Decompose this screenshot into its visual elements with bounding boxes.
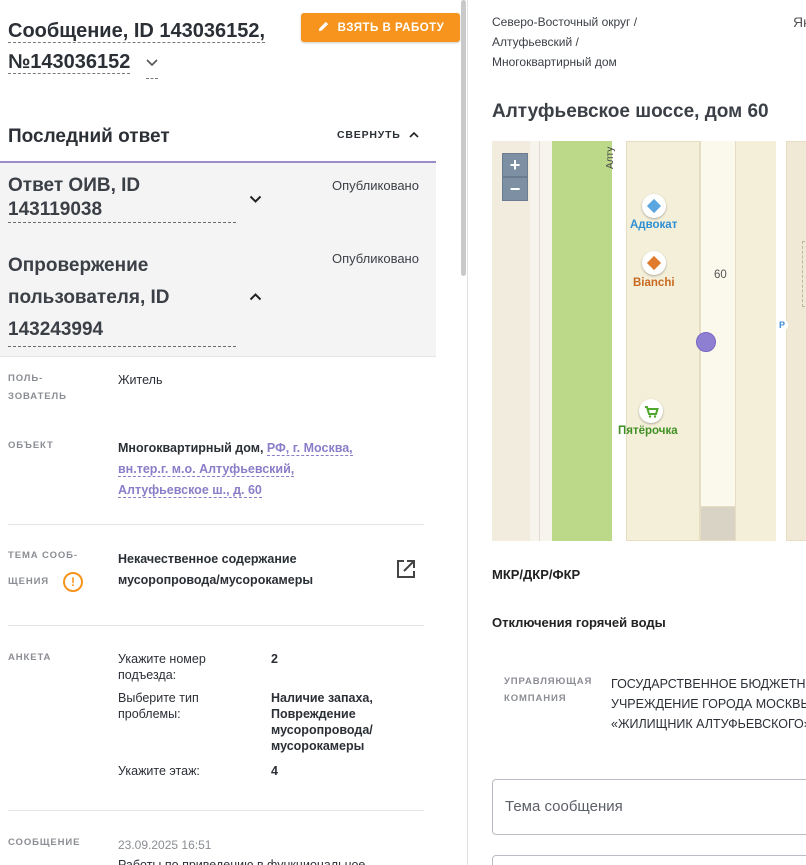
message-text: Работы по приведению в функциональное bbox=[118, 858, 366, 865]
survey-question: Укажите этаж: bbox=[118, 764, 200, 778]
chevron-up-icon bbox=[409, 130, 419, 141]
accordion-refutation-title[interactable]: Опровержение пользователя, ID 143243994 bbox=[8, 250, 236, 347]
user-label-line1: ПОЛЬ- bbox=[8, 373, 44, 384]
map-road bbox=[530, 141, 552, 541]
management-value-line2: УЧРЕЖДЕНИЕ ГОРОДА МОСКВЫ bbox=[611, 697, 806, 711]
chevron-up-icon[interactable] bbox=[249, 288, 262, 304]
next-input[interactable] bbox=[492, 855, 806, 865]
message-date: 23.09.2025 16:51 bbox=[118, 838, 212, 852]
scrollbar[interactable] bbox=[461, 0, 466, 276]
object-label: ОБЪЕКТ bbox=[8, 440, 54, 451]
map-park bbox=[552, 141, 612, 541]
divider bbox=[8, 524, 424, 525]
management-value-line1: ГОСУДАРСТВЕННОЕ БЮДЖЕТНОЕ bbox=[611, 677, 806, 691]
user-value: Житель bbox=[118, 373, 163, 387]
object-type: Многоквартирный дом, bbox=[118, 441, 264, 455]
header-text-truncated: Як bbox=[793, 14, 806, 30]
map-block bbox=[802, 241, 806, 307]
management-company-value: ГОСУДАРСТВЕННОЕ БЮДЖЕТНОЕ УЧРЕЖДЕНИЕ ГОР… bbox=[611, 674, 806, 734]
survey-answer: 4 bbox=[271, 764, 278, 778]
management-company-label: УПРАВЛЯЮЩАЯ КОМПАНИЯ bbox=[504, 673, 592, 707]
object-value: Многоквартирный дом, РФ, г. Москва, вн.т… bbox=[118, 438, 418, 501]
lawyer-poi-icon[interactable] bbox=[642, 194, 666, 218]
survey-answer: Наличие запаха, Повреждение мусоропровод… bbox=[271, 691, 373, 753]
parking-icon[interactable]: P bbox=[776, 319, 788, 331]
pencil-icon bbox=[317, 20, 330, 36]
map-road-line bbox=[539, 141, 540, 541]
topic-value-line1: Некачественное содержание bbox=[118, 552, 297, 566]
program-label: МКР/ДКР/ФКР bbox=[492, 567, 581, 582]
map-road bbox=[612, 141, 626, 541]
collapse-button[interactable]: СВЕРНУТЬ bbox=[337, 129, 419, 141]
object-location-marker[interactable] bbox=[696, 332, 716, 352]
topic-input[interactable]: Тема сообщения bbox=[492, 779, 806, 835]
management-label-line2: КОМПАНИЯ bbox=[504, 693, 567, 704]
status-badge: Опубликовано bbox=[332, 251, 419, 266]
topic-label-line2: ЩЕНИЯ bbox=[8, 576, 50, 587]
topic-value: Некачественное содержание мусоропровода/… bbox=[118, 549, 313, 591]
user-label: ПОЛЬ- ЗОВАТЕЛЬ bbox=[8, 370, 67, 406]
take-to-work-button[interactable]: ВЗЯТЬ В РАБОТУ bbox=[301, 13, 460, 42]
poi-label: Bianchi bbox=[633, 277, 675, 289]
zoom-in-button[interactable]: + bbox=[502, 153, 528, 177]
survey-question: Укажите номер подъезда: bbox=[118, 652, 206, 682]
survey-answer: 2 bbox=[271, 652, 278, 666]
breadcrumb-district[interactable]: Северо-Восточный округ / bbox=[492, 12, 637, 32]
poi-label: Пятёрочка bbox=[618, 425, 678, 437]
accordion-answer-title[interactable]: Ответ ОИВ, ID 143119038 bbox=[8, 174, 236, 223]
message-title[interactable]: Сообщение, ID 143036152, №143036152 bbox=[8, 16, 288, 79]
object-address-link[interactable]: Алтуфьевское ш., д. 60 bbox=[118, 483, 262, 498]
management-value-line3: «ЖИЛИЩНИК АЛТУФЬЕВСКОГО» bbox=[611, 717, 806, 731]
house-number: 60 bbox=[714, 269, 727, 281]
message-title-line2: №143036152 bbox=[8, 51, 131, 75]
user-label-line2: ЗОВАТЕЛЬ bbox=[8, 391, 67, 402]
divider bbox=[8, 625, 424, 626]
map-street-label: Алту bbox=[605, 146, 616, 169]
object-address: Алтуфьевское шоссе, дом 60 bbox=[492, 101, 769, 122]
topic-label-line1: ТЕМА СООБ- bbox=[8, 550, 78, 561]
zoom-out-button[interactable]: − bbox=[502, 177, 528, 201]
object-address-link[interactable]: вн.тер.г. м.о. Алтуфьевский, bbox=[118, 462, 295, 477]
accordion-answer-title-line1: Ответ ОИВ, ID bbox=[8, 175, 141, 196]
map[interactable]: Алту + − Адвокат Bianchi 60 Пятёрочка P bbox=[492, 141, 806, 541]
last-answer-heading: Последний ответ bbox=[8, 126, 170, 147]
survey-label: АНКЕТА bbox=[8, 652, 52, 663]
accordion-refutation-title-line2: пользователя, ID bbox=[8, 287, 170, 308]
map-block bbox=[736, 141, 776, 541]
object-address-link[interactable]: РФ, г. Москва, bbox=[266, 441, 353, 456]
collapse-label: СВЕРНУТЬ bbox=[337, 129, 401, 141]
take-to-work-label: ВЗЯТЬ В РАБОТУ bbox=[337, 21, 445, 34]
map-block bbox=[700, 506, 736, 541]
status-badge: Опубликовано bbox=[332, 178, 419, 193]
message-title-line1: Сообщение, ID 143036152, bbox=[8, 20, 266, 43]
topic-value-line2: мусоропровода/мусорокамеры bbox=[118, 573, 314, 587]
breadcrumb-object[interactable]: Многоквартирный дом bbox=[492, 52, 617, 72]
hot-water-label: Отключения горячей воды bbox=[492, 615, 666, 630]
message-label: СООБЩЕНИЕ bbox=[8, 837, 81, 848]
bianchi-poi-icon[interactable] bbox=[642, 251, 666, 275]
warning-icon: ! bbox=[63, 572, 83, 592]
management-label-line1: УПРАВЛЯЮЩАЯ bbox=[504, 676, 593, 687]
message-panel: Сообщение, ID 143036152, №143036152 ВЗЯТ… bbox=[0, 0, 468, 865]
map-building bbox=[700, 141, 736, 506]
grocery-cart-poi-icon[interactable] bbox=[639, 399, 663, 423]
survey-question: Выберите тип проблемы: bbox=[118, 691, 199, 721]
external-link-icon[interactable] bbox=[395, 558, 417, 580]
accordion-refutation-title-line3: 143243994 bbox=[8, 319, 104, 340]
poi-label: Адвокат bbox=[630, 219, 678, 231]
accordion-answer-title-line2: 143119038 bbox=[8, 199, 103, 220]
accordion-refutation-title-line1: Опровержение bbox=[8, 255, 149, 276]
map-road bbox=[776, 141, 786, 541]
divider bbox=[8, 810, 424, 811]
breadcrumb-area[interactable]: Алтуфьевский / bbox=[492, 32, 579, 52]
chevron-down-icon[interactable] bbox=[145, 47, 158, 79]
chevron-down-icon[interactable] bbox=[249, 191, 262, 207]
map-block bbox=[786, 141, 806, 541]
object-panel: Северо-Восточный округ / Алтуфьевский / … bbox=[469, 0, 806, 865]
